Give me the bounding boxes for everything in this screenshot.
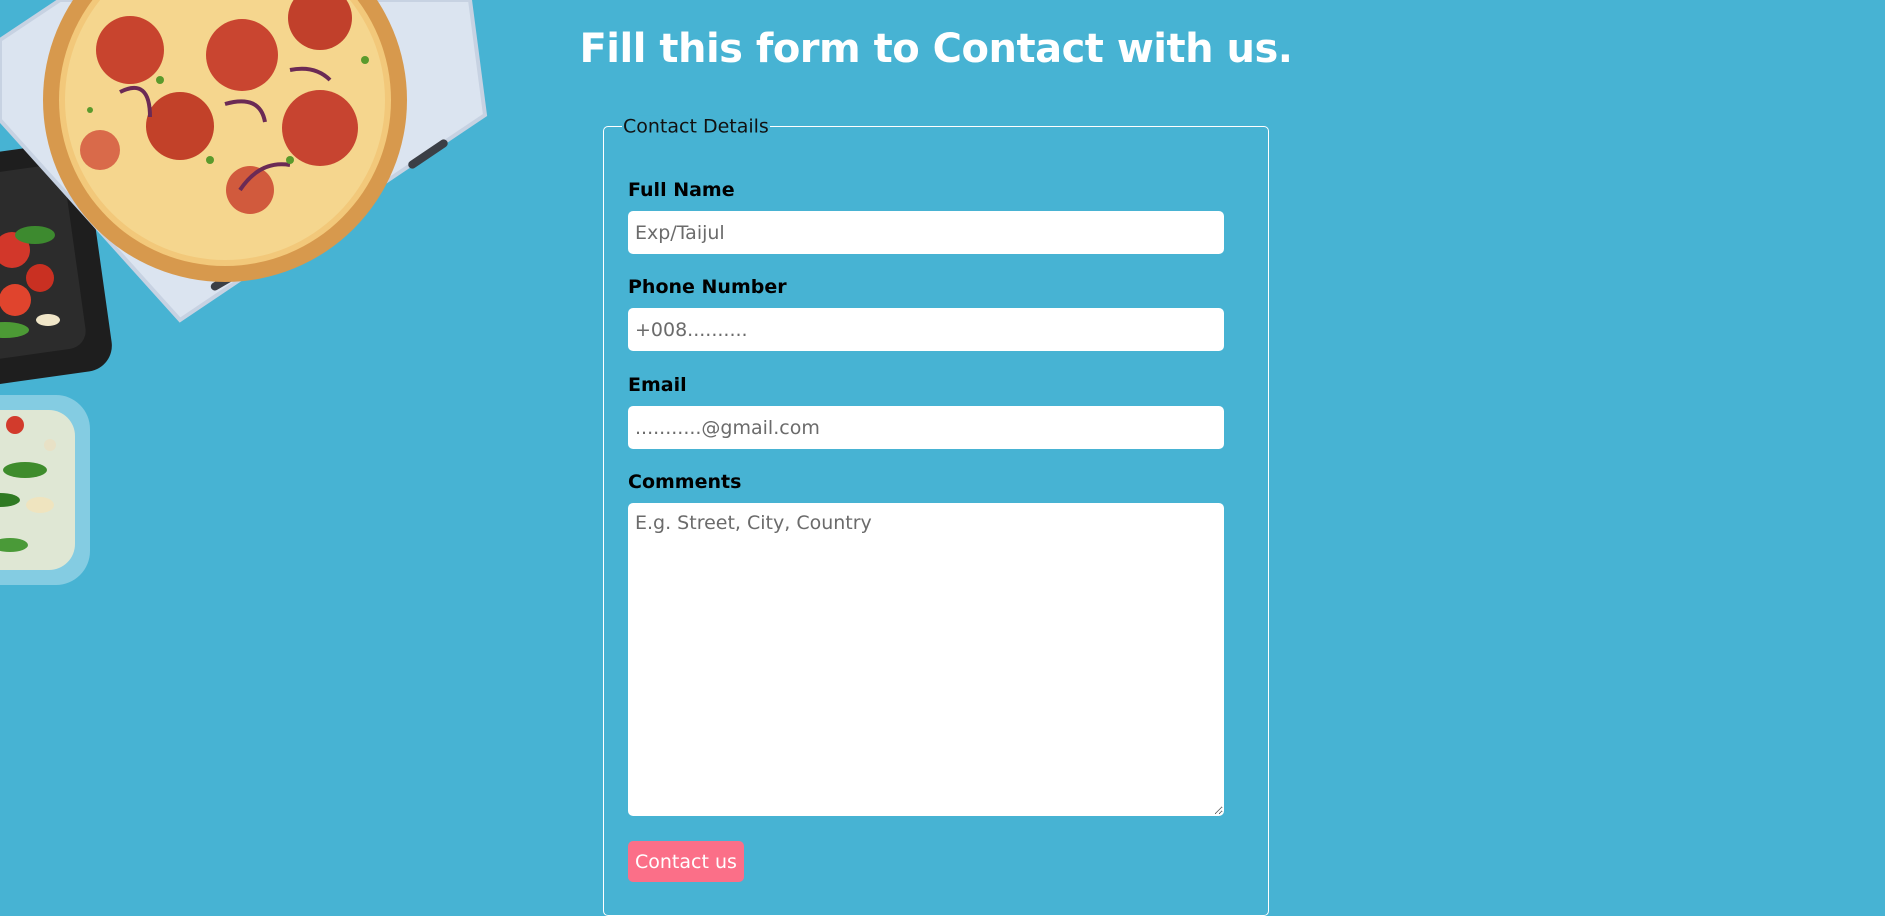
fieldset-legend: Contact Details: [622, 115, 770, 138]
email-input[interactable]: [628, 406, 1224, 449]
salad-bowl-image: [0, 395, 90, 585]
phone-number-label: Phone Number: [628, 276, 787, 298]
pizza-and-salad-image: [0, 0, 488, 585]
full-name-label: Full Name: [628, 179, 735, 201]
phone-number-input[interactable]: [628, 308, 1224, 351]
comments-textarea[interactable]: [628, 503, 1224, 816]
email-label: Email: [628, 374, 687, 396]
comments-label: Comments: [628, 471, 742, 493]
page-title: Fill this form to Contact with us.: [579, 26, 1293, 72]
contact-us-button[interactable]: Contact us: [628, 841, 744, 882]
full-name-input[interactable]: [628, 211, 1224, 254]
contact-details-fieldset: Contact Details Full Name Phone Number E…: [603, 115, 1269, 916]
